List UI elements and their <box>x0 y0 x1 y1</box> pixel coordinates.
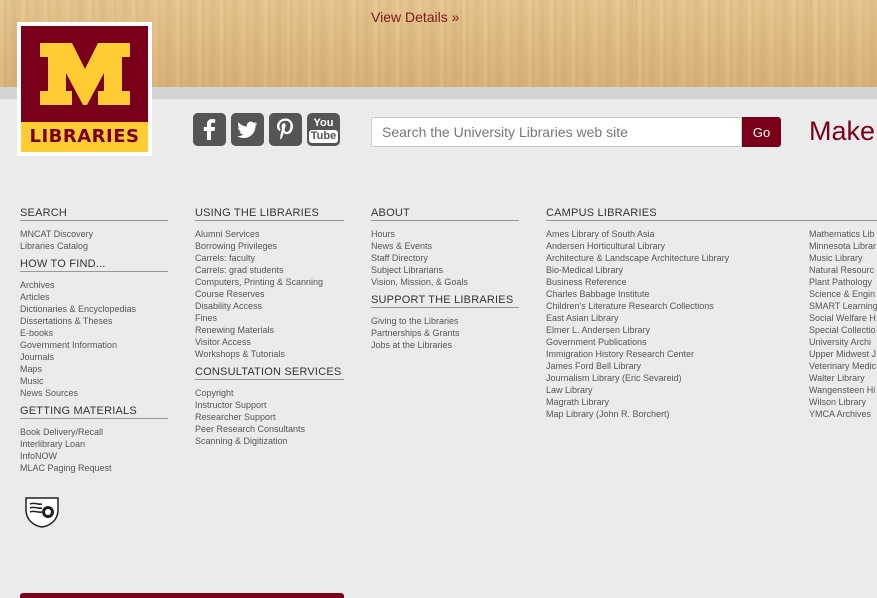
footer-link[interactable]: Mathematics Lib <box>809 228 877 240</box>
section-title-how-to-find: HOW TO FIND... <box>20 258 168 272</box>
footer-link[interactable]: Libraries Catalog <box>20 240 168 252</box>
footer-link[interactable]: Fines <box>195 312 344 324</box>
logo-text: LIBRARIES <box>21 122 148 152</box>
footer-link[interactable]: Book Delivery/Recall <box>20 426 168 438</box>
footer-link[interactable]: Course Reserves <box>195 288 344 300</box>
footer-link[interactable]: Computers, Printing & Scanning <box>195 276 344 288</box>
footer-link[interactable]: News & Events <box>371 240 519 252</box>
footer-link[interactable]: E-books <box>20 327 168 339</box>
youtube-tube: Tube <box>308 129 339 143</box>
youtube-icon[interactable]: You Tube <box>307 113 340 146</box>
footer-link[interactable]: Hours <box>371 228 519 240</box>
promo-headline[interactable]: Make a <box>809 116 877 147</box>
section-title-support: SUPPORT THE LIBRARIES <box>371 294 519 308</box>
footer-link[interactable]: Natural Resourc <box>809 264 877 276</box>
footer-link[interactable]: Science & Engin <box>809 288 877 300</box>
footer-column-2: USING THE LIBRARIES Alumni Services Borr… <box>195 207 344 453</box>
facebook-icon[interactable] <box>193 113 226 146</box>
footer-link[interactable]: Government Information <box>20 339 168 351</box>
footer-column-campus-2: Mathematics Lib Minnesota Librar Music L… <box>809 228 877 420</box>
footer-link[interactable]: MLAC Paging Request <box>20 462 168 474</box>
block-m-icon <box>40 43 130 105</box>
footer-link[interactable]: Renewing Materials <box>195 324 344 336</box>
search-input[interactable] <box>371 117 742 147</box>
footer-link[interactable]: Visitor Access <box>195 336 344 348</box>
depository-library-emblem-icon[interactable] <box>24 496 60 528</box>
footer-link[interactable]: Peer Research Consultants <box>195 423 344 435</box>
footer-link[interactable]: Dictionaries & Encyclopedias <box>20 303 168 315</box>
section-title-search: SEARCH <box>20 207 168 221</box>
pinterest-icon[interactable] <box>269 113 302 146</box>
twitter-icon[interactable] <box>231 113 264 146</box>
footer-link[interactable]: Dissertations & Theses <box>20 315 168 327</box>
footer-link[interactable]: MNCAT Discovery <box>20 228 168 240</box>
social-links: You Tube <box>193 113 340 146</box>
search-go-button[interactable]: Go <box>742 117 781 147</box>
footer-link[interactable]: Wilson Library <box>809 396 877 408</box>
umn-libraries-logo[interactable]: LIBRARIES <box>17 22 152 156</box>
footer-link[interactable]: Vision, Mission, & Goals <box>371 276 519 288</box>
footer-link[interactable]: Veterinary Medic <box>809 360 877 372</box>
footer-link[interactable]: Disability Access <box>195 300 344 312</box>
footer-link[interactable]: Instructor Support <box>195 399 344 411</box>
footer-link[interactable]: Walter Library <box>809 372 877 384</box>
footer-link[interactable]: SMART Learning <box>809 300 877 312</box>
footer-link[interactable]: Maps <box>20 363 168 375</box>
section-title-campus: CAMPUS LIBRARIES <box>546 207 877 221</box>
footer-link[interactable]: Interlibrary Loan <box>20 438 168 450</box>
footer-link[interactable]: Subject Librarians <box>371 264 519 276</box>
footer-link[interactable]: Carrels: faculty <box>195 252 344 264</box>
footer-link[interactable]: Copyright <box>195 387 344 399</box>
footer-link[interactable]: Upper Midwest J <box>809 348 877 360</box>
footer-link[interactable]: Researcher Support <box>195 411 344 423</box>
youtube-you: You <box>313 116 334 129</box>
footer-link[interactable]: Scanning & Digitization <box>195 435 344 447</box>
footer-link[interactable]: Carrels: grad students <box>195 264 344 276</box>
footer-link[interactable]: Minnesota Librar <box>809 240 877 252</box>
view-details-link[interactable]: View Details » <box>371 9 459 25</box>
footer-link[interactable]: Partnerships & Grants <box>371 327 519 339</box>
section-title-getting-materials: GETTING MATERIALS <box>20 405 168 419</box>
footer-link[interactable]: Jobs at the Libraries <box>371 339 519 351</box>
footer-link[interactable]: Special Collectio <box>809 324 877 336</box>
footer-link[interactable]: Giving to the Libraries <box>371 315 519 327</box>
footer-link[interactable]: Journals <box>20 351 168 363</box>
section-title-consultation: CONSULTATION SERVICES <box>195 366 344 380</box>
footer-link[interactable]: YMCA Archives <box>809 408 877 420</box>
footer-column-1: SEARCH MNCAT Discovery Libraries Catalog… <box>20 207 168 480</box>
footer-link[interactable]: Wangensteen Hi <box>809 384 877 396</box>
bottom-maroon-bar <box>20 593 344 598</box>
footer-column-3: ABOUT Hours News & Events Staff Director… <box>371 207 519 357</box>
footer-link[interactable]: University Archi <box>809 336 877 348</box>
footer-link[interactable]: Music Library <box>809 252 877 264</box>
footer-link[interactable]: Archives <box>20 279 168 291</box>
section-title-using: USING THE LIBRARIES <box>195 207 344 221</box>
footer-link[interactable]: InfoNOW <box>20 450 168 462</box>
section-title-about: ABOUT <box>371 207 519 221</box>
footer-link[interactable]: Staff Directory <box>371 252 519 264</box>
footer-link[interactable]: Alumni Services <box>195 228 344 240</box>
footer-link[interactable]: Music <box>20 375 168 387</box>
footer-link[interactable]: Articles <box>20 291 168 303</box>
footer-link[interactable]: Plant Pathology <box>809 276 877 288</box>
footer-link[interactable]: Borrowing Privileges <box>195 240 344 252</box>
footer-link[interactable]: News Sources <box>20 387 168 399</box>
footer-link[interactable]: Social Welfare H <box>809 312 877 324</box>
footer-link[interactable]: Workshops & Tutorials <box>195 348 344 360</box>
